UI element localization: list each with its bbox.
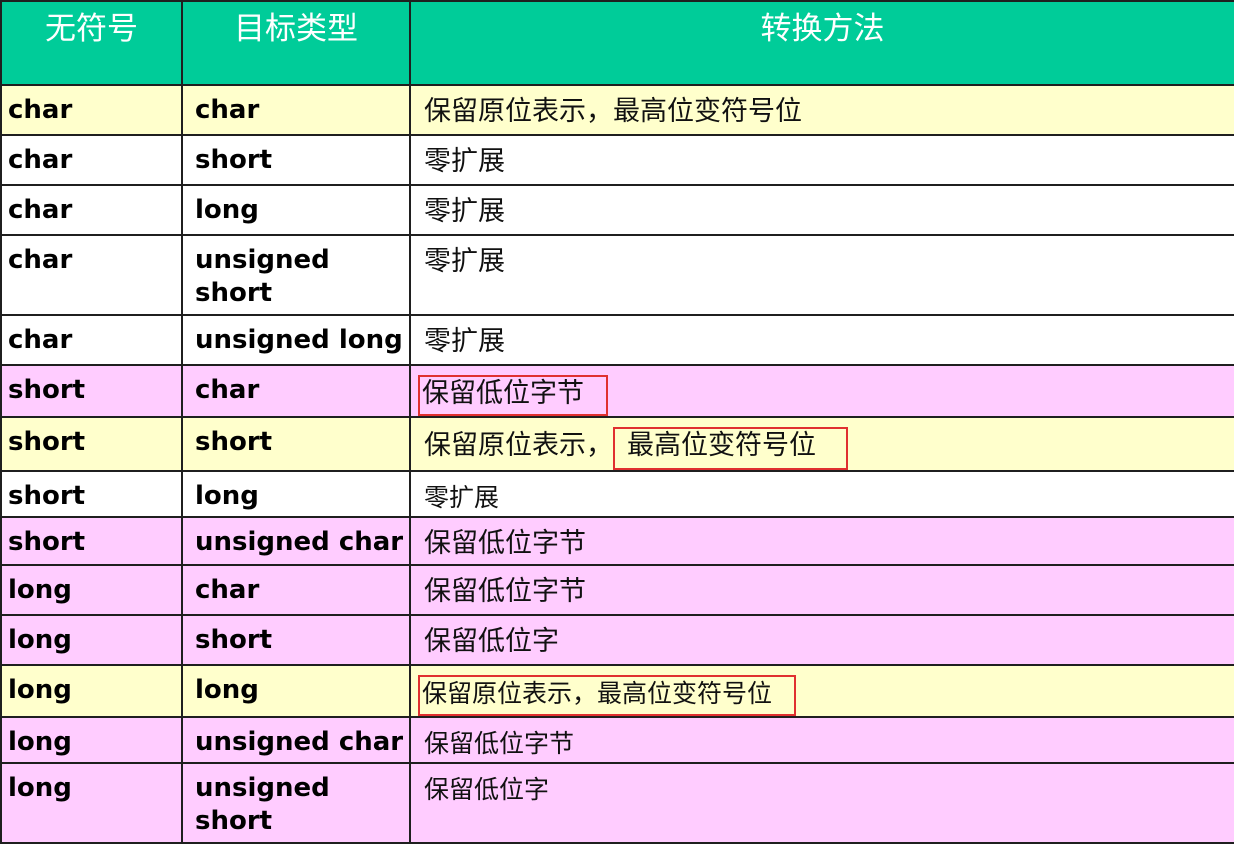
method-cell: 零扩展 (409, 234, 1234, 316)
conversion-table: 无符号 目标类型 转换方法 char char 保留原位表示，最高位变符号位 c… (0, 0, 1234, 844)
table-row: long short 保留低位字 (0, 614, 1234, 666)
table-row: char long 零扩展 (0, 184, 1234, 236)
target-type-cell: unsigned char (181, 516, 411, 566)
source-type-cell: long (0, 664, 183, 718)
target-type-cell: char (181, 564, 411, 616)
target-type-cell: short (181, 416, 411, 472)
source-type-cell: short (0, 416, 183, 472)
method-cell: 保留原位表示，最高位变符号位 (409, 664, 1234, 718)
target-type-cell: unsigned short (181, 234, 411, 316)
method-cell: 零扩展 (409, 470, 1234, 518)
source-type-cell: short (0, 516, 183, 566)
header-unsigned: 无符号 (0, 0, 183, 86)
source-type-cell: long (0, 564, 183, 616)
table-row: long char 保留低位字节 (0, 564, 1234, 616)
highlight-box: 保留低位字节 (418, 375, 608, 415)
header-conversion-method: 转换方法 (409, 0, 1234, 86)
method-cell: 保留低位字节 (409, 564, 1234, 616)
method-cell: 保留原位表示，最高位变符号位 (409, 84, 1234, 136)
table-row: short long 零扩展 (0, 470, 1234, 518)
header-row: 无符号 目标类型 转换方法 (0, 0, 1234, 86)
method-text: 保留原位表示， (424, 430, 613, 461)
table-row: long unsigned char 保留低位字节 (0, 716, 1234, 764)
method-cell: 保留低位字节 (409, 364, 1234, 418)
source-type-cell: char (0, 84, 183, 136)
target-type-cell: long (181, 184, 411, 236)
target-type-cell: char (181, 84, 411, 136)
method-cell: 保留低位字 (409, 614, 1234, 666)
table-row: short unsigned char 保留低位字节 (0, 516, 1234, 566)
target-type-cell: long (181, 664, 411, 718)
method-cell: 保留低位字节 (409, 516, 1234, 566)
table-row: long long 保留原位表示，最高位变符号位 (0, 664, 1234, 718)
table-row: long unsigned short 保留低位字 (0, 762, 1234, 844)
target-type-cell: short (181, 614, 411, 666)
target-type-cell: unsigned long (181, 314, 411, 366)
table-row: char unsigned long 零扩展 (0, 314, 1234, 366)
source-type-cell: char (0, 134, 183, 186)
method-cell: 保留低位字节 (409, 716, 1234, 764)
target-type-cell: unsigned short (181, 762, 411, 844)
target-type-cell: unsigned char (181, 716, 411, 764)
source-type-cell: short (0, 470, 183, 518)
source-type-cell: short (0, 364, 183, 418)
source-type-cell: char (0, 234, 183, 316)
source-type-cell: long (0, 716, 183, 764)
method-cell: 零扩展 (409, 314, 1234, 366)
table-row: short char 保留低位字节 (0, 364, 1234, 418)
method-cell: 零扩展 (409, 184, 1234, 236)
source-type-cell: char (0, 184, 183, 236)
header-target-type: 目标类型 (181, 0, 411, 86)
highlight-box: 保留原位表示，最高位变符号位 (418, 675, 797, 715)
source-type-cell: long (0, 614, 183, 666)
table-row: short short 保留原位表示， 最高位变符号位 (0, 416, 1234, 472)
target-type-cell: short (181, 134, 411, 186)
table-row: char char 保留原位表示，最高位变符号位 (0, 84, 1234, 136)
source-type-cell: long (0, 762, 183, 844)
table-row: char short 零扩展 (0, 134, 1234, 186)
method-cell: 保留原位表示，最高位变符号位 (409, 416, 1234, 472)
target-type-cell: long (181, 470, 411, 518)
method-cell: 零扩展 (409, 134, 1234, 186)
highlight-box: 最高位变符号位 (613, 427, 848, 469)
target-type-cell: char (181, 364, 411, 418)
table-row: char unsigned short 零扩展 (0, 234, 1234, 316)
method-cell: 保留低位字 (409, 762, 1234, 844)
source-type-cell: char (0, 314, 183, 366)
